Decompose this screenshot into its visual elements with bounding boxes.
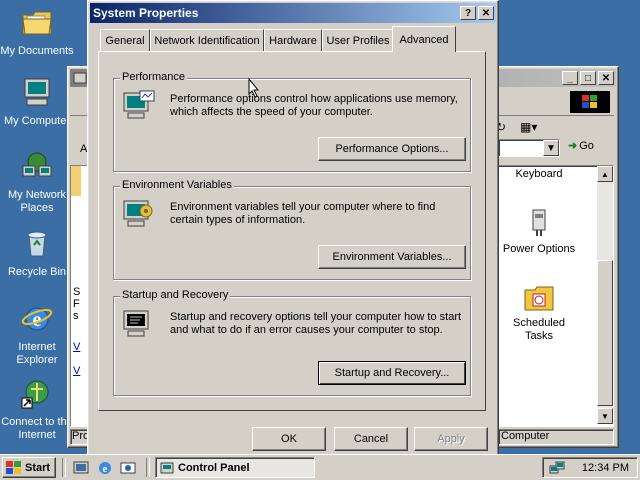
dialog-title: System Properties <box>93 6 199 20</box>
list-item[interactable]: Scheduled Tasks <box>499 282 579 343</box>
desktop-icon-connect[interactable]: Connect to the Internet <box>0 377 74 442</box>
chevron-down-icon[interactable]: ▼ <box>543 140 559 156</box>
list-item[interactable]: Power Options <box>499 206 579 255</box>
control-panel-icon <box>73 72 87 84</box>
group-title: Startup and Recovery <box>120 289 231 301</box>
group-title: Performance <box>120 71 187 83</box>
maximize-button[interactable]: □ <box>580 71 596 85</box>
go-arrow-icon: ➜ <box>568 140 578 152</box>
address-dropdown[interactable]: ▼ <box>498 139 560 157</box>
system-tray: 12:34 PM <box>542 457 638 478</box>
folder-documents-icon <box>22 11 52 35</box>
views-icon[interactable]: ▦▾ <box>520 120 537 134</box>
computer-icon <box>24 78 50 106</box>
group-title: Environment Variables <box>120 179 234 191</box>
tab-advanced[interactable]: Advanced <box>392 26 456 52</box>
environment-variables-button[interactable]: Environment Variables... <box>318 245 466 269</box>
startup-recovery-button[interactable]: Startup and Recovery... <box>318 361 466 385</box>
performance-options-button[interactable]: Performance Options... <box>318 137 466 161</box>
task-control-panel[interactable]: Control Panel <box>155 457 315 478</box>
performance-icon <box>123 90 155 119</box>
start-button[interactable]: Start <box>2 457 56 478</box>
desktop-icon-label: Internet Explorer <box>16 341 58 366</box>
environment-variables-icon <box>123 200 153 227</box>
mouse-cursor <box>248 78 260 98</box>
outlook-quicklaunch-icon[interactable] <box>120 460 136 476</box>
tab-hardware[interactable]: Hardware <box>264 29 322 51</box>
desktop-icon-label: My Network Places <box>7 189 67 214</box>
scheduled-tasks-icon <box>524 286 554 311</box>
advanced-tab-panel: Performance Performance options control … <box>98 51 486 411</box>
help-button[interactable]: ? <box>460 6 476 20</box>
environment-variables-group: Environment Variables Environment variab… <box>113 179 471 280</box>
group-description: Performance options control how applicat… <box>170 93 458 118</box>
quick-launch-separator <box>62 458 66 477</box>
clock[interactable]: 12:34 PM <box>582 462 629 474</box>
close-button[interactable]: ✕ <box>598 71 614 85</box>
startup-recovery-icon <box>123 310 149 337</box>
tab-network-identification[interactable]: Network Identification <box>150 29 264 51</box>
desktop-icon-label: Connect to the Internet <box>1 416 73 441</box>
desktop-icon-recycle-bin[interactable]: Recycle Bin <box>0 227 74 279</box>
close-button[interactable]: ✕ <box>478 6 494 20</box>
taskbar: Start e Control Panel 12:34 PM <box>0 454 640 480</box>
control-panel-icon <box>160 462 174 473</box>
connect-internet-icon <box>21 380 49 409</box>
group-description: Environment variables tell your computer… <box>170 201 436 226</box>
internet-explorer-icon: e <box>21 307 53 331</box>
performance-group: Performance Performance options control … <box>113 71 471 172</box>
ok-button[interactable]: OK <box>252 427 326 451</box>
scroll-thumb[interactable] <box>597 260 613 406</box>
show-desktop-icon[interactable] <box>73 460 89 476</box>
system-properties-dialog[interactable]: System Properties ? ✕ General Network Id… <box>87 0 499 458</box>
vertical-scrollbar[interactable]: ▲ ▼ <box>597 166 613 424</box>
scroll-down-button[interactable]: ▼ <box>597 408 613 424</box>
network-tray-icon[interactable] <box>549 460 565 476</box>
recycle-bin-icon <box>27 231 47 257</box>
left-info-pane: SFs VV <box>71 166 87 426</box>
desktop-icon-label: Recycle Bin <box>7 266 67 278</box>
cancel-button[interactable]: Cancel <box>334 427 408 451</box>
ie-quicklaunch-icon[interactable]: e <box>97 460 113 476</box>
startup-recovery-group: Startup and Recovery Startup and recover… <box>113 289 471 396</box>
power-options-icon <box>532 209 546 236</box>
desktop-icon-network[interactable]: My Network Places <box>0 150 74 215</box>
status-right: Computer <box>498 429 614 445</box>
minimize-button[interactable]: _ <box>562 71 578 85</box>
desktop-icon-my-documents[interactable]: My Documents <box>0 6 74 58</box>
tab-general[interactable]: General <box>100 29 150 51</box>
go-button[interactable]: ➜ Go <box>568 139 594 153</box>
tab-user-profiles[interactable]: User Profiles <box>322 29 394 51</box>
quick-launch-separator <box>146 458 150 477</box>
network-places-icon <box>22 152 52 177</box>
svg-text:e: e <box>103 463 108 475</box>
desktop-icon-label: My Documents <box>0 45 74 57</box>
windows-flag-icon <box>6 460 21 474</box>
dialog-titlebar[interactable]: System Properties ? ✕ <box>90 3 496 23</box>
list-item[interactable]: Keyboard <box>499 168 579 180</box>
status-left: Pro <box>70 429 89 445</box>
group-description: Startup and recovery options tell your c… <box>170 311 462 336</box>
scroll-up-button[interactable]: ▲ <box>597 166 613 182</box>
desktop-icon-ie[interactable]: e Internet Explorer <box>0 302 74 367</box>
windows-logo <box>570 91 610 113</box>
apply-button[interactable]: Apply <box>414 427 488 451</box>
desktop-icon-my-computer[interactable]: My Computer <box>0 76 74 128</box>
desktop-icon-label: My Computer <box>3 115 71 127</box>
